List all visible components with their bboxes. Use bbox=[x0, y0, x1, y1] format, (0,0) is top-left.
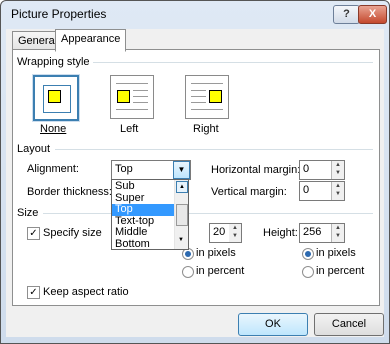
divider bbox=[55, 149, 373, 150]
cancel-button[interactable]: Cancel bbox=[314, 313, 384, 336]
divider bbox=[43, 213, 373, 214]
picture-square bbox=[48, 90, 61, 103]
down-arrow-icon[interactable]: ▼ bbox=[332, 190, 344, 198]
tab-appearance[interactable]: Appearance bbox=[55, 29, 127, 52]
help-button[interactable]: ? bbox=[333, 5, 360, 24]
vertical-margin-label: Vertical margin: bbox=[211, 186, 287, 198]
horizontal-margin-input[interactable]: 0 ▲ ▼ bbox=[299, 160, 345, 180]
height-in-percent-radio[interactable] bbox=[302, 266, 314, 278]
down-arrow-icon[interactable]: ▼ bbox=[332, 232, 344, 240]
up-arrow-icon[interactable]: ▲ bbox=[176, 181, 188, 193]
layout-heading: Layout bbox=[17, 143, 51, 155]
close-button[interactable]: X bbox=[358, 5, 387, 24]
wrap-none-option[interactable] bbox=[33, 75, 79, 121]
dialog-window: Picture Properties ? X General Appearanc… bbox=[0, 0, 390, 344]
up-arrow-icon[interactable]: ▲ bbox=[332, 182, 344, 190]
alignment-label: Alignment: bbox=[27, 163, 79, 175]
width-spin[interactable]: ▲ ▼ bbox=[229, 223, 242, 243]
up-arrow-icon[interactable]: ▲ bbox=[332, 161, 344, 169]
border-thickness-label: Border thickness: bbox=[27, 186, 112, 198]
dropdown-scrollbar[interactable]: ▲ ▼ bbox=[174, 180, 188, 249]
alignment-value: Top bbox=[115, 163, 133, 175]
vertical-margin-input[interactable]: 0 ▲ ▼ bbox=[299, 181, 345, 201]
height-in-pixels-label[interactable]: in pixels bbox=[316, 247, 356, 259]
down-arrow-icon[interactable]: ▼ bbox=[176, 235, 186, 246]
appearance-panel: Wrapping style None Left Right Layout Al… bbox=[12, 49, 380, 306]
alignment-dropdown-list[interactable]: Sub Super Top Text-top Middle Bottom ▲ ▼ bbox=[111, 179, 189, 250]
alignment-select[interactable]: Top ▼ bbox=[111, 160, 191, 180]
size-heading: Size bbox=[17, 207, 39, 219]
wrap-right-option[interactable] bbox=[185, 75, 229, 119]
up-arrow-icon[interactable]: ▲ bbox=[229, 224, 241, 232]
width-in-percent-radio[interactable] bbox=[182, 266, 194, 278]
wrap-none-label[interactable]: None bbox=[40, 123, 66, 135]
width-in-percent-label[interactable]: in percent bbox=[196, 265, 244, 277]
keep-aspect-label[interactable]: Keep aspect ratio bbox=[43, 286, 129, 298]
height-in-pixels-radio[interactable] bbox=[302, 248, 314, 260]
alignment-option[interactable]: Bottom bbox=[112, 239, 177, 248]
wrap-left-label[interactable]: Left bbox=[120, 123, 138, 135]
spin-buttons[interactable]: ▲ ▼ bbox=[331, 182, 344, 200]
height-in-percent-label[interactable]: in percent bbox=[316, 265, 364, 277]
alignment-option-selected[interactable]: Top bbox=[112, 204, 177, 216]
horizontal-margin-label: Horizontal margin: bbox=[211, 164, 301, 176]
down-arrow-icon[interactable]: ▼ bbox=[229, 232, 241, 240]
height-input[interactable]: 256 ▲ ▼ bbox=[299, 223, 345, 243]
width-input[interactable]: 20 bbox=[209, 223, 231, 243]
alignment-option[interactable]: Sub bbox=[112, 181, 177, 193]
chevron-down-icon[interactable]: ▼ bbox=[173, 161, 190, 179]
title-bar: Picture Properties ? X bbox=[1, 1, 389, 29]
picture-square bbox=[209, 90, 222, 103]
picture-square bbox=[117, 90, 130, 103]
specify-size-checkbox[interactable]: ✓ bbox=[27, 227, 40, 240]
window-title: Picture Properties bbox=[11, 7, 107, 21]
spin-buttons[interactable]: ▲ ▼ bbox=[331, 161, 344, 179]
wrap-left-option[interactable] bbox=[110, 75, 154, 119]
scroll-thumb[interactable] bbox=[176, 204, 188, 226]
keep-aspect-checkbox[interactable]: ✓ bbox=[27, 286, 40, 299]
wrap-right-label[interactable]: Right bbox=[193, 123, 219, 135]
up-arrow-icon[interactable]: ▲ bbox=[332, 224, 344, 232]
height-label: Height: bbox=[263, 227, 298, 239]
divider bbox=[93, 62, 373, 63]
ok-button[interactable]: OK bbox=[238, 313, 308, 336]
alignment-option[interactable]: Middle bbox=[112, 227, 177, 239]
specify-size-label[interactable]: Specify size bbox=[43, 227, 102, 239]
down-arrow-icon[interactable]: ▼ bbox=[332, 169, 344, 177]
width-in-pixels-label[interactable]: in pixels bbox=[196, 247, 236, 259]
dialog-client: General Appearance Wrapping style None L… bbox=[6, 29, 384, 337]
spin-buttons[interactable]: ▲ ▼ bbox=[331, 224, 344, 242]
wrapping-style-heading: Wrapping style bbox=[17, 56, 90, 68]
